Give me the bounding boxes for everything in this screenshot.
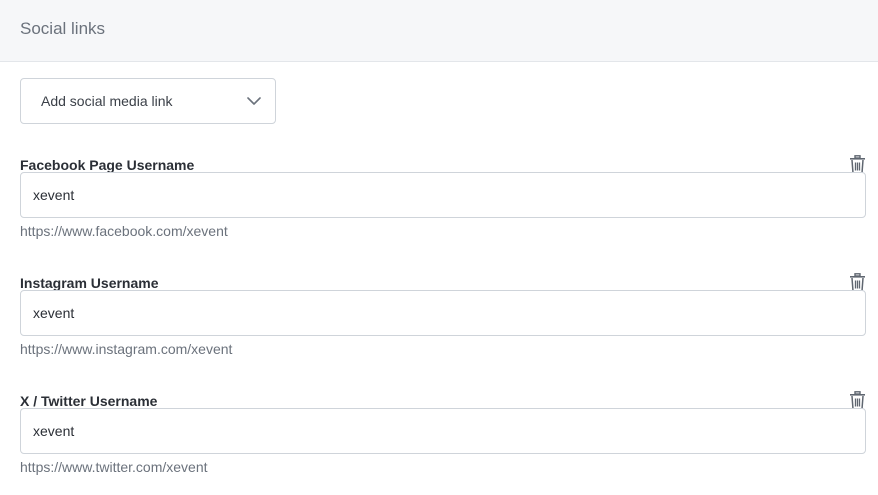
add-social-link-label: Add social media link	[41, 93, 173, 109]
add-social-link-dropdown[interactable]: Add social media link	[20, 78, 276, 124]
twitter-username-label: X / Twitter Username	[20, 393, 158, 409]
twitter-username-input[interactable]	[20, 408, 866, 454]
facebook-username-input[interactable]	[20, 172, 866, 218]
twitter-url-help: https://www.twitter.com/xevent	[20, 459, 208, 475]
panel-title: Social links	[20, 19, 106, 38]
facebook-url-help: https://www.facebook.com/xevent	[20, 223, 228, 239]
panel-header: Social links	[0, 0, 878, 62]
chevron-down-icon	[247, 97, 261, 105]
instagram-username-input[interactable]	[20, 290, 866, 336]
instagram-username-label: Instagram Username	[20, 275, 159, 291]
instagram-url-help: https://www.instagram.com/xevent	[20, 341, 233, 357]
facebook-username-label: Facebook Page Username	[20, 157, 195, 173]
